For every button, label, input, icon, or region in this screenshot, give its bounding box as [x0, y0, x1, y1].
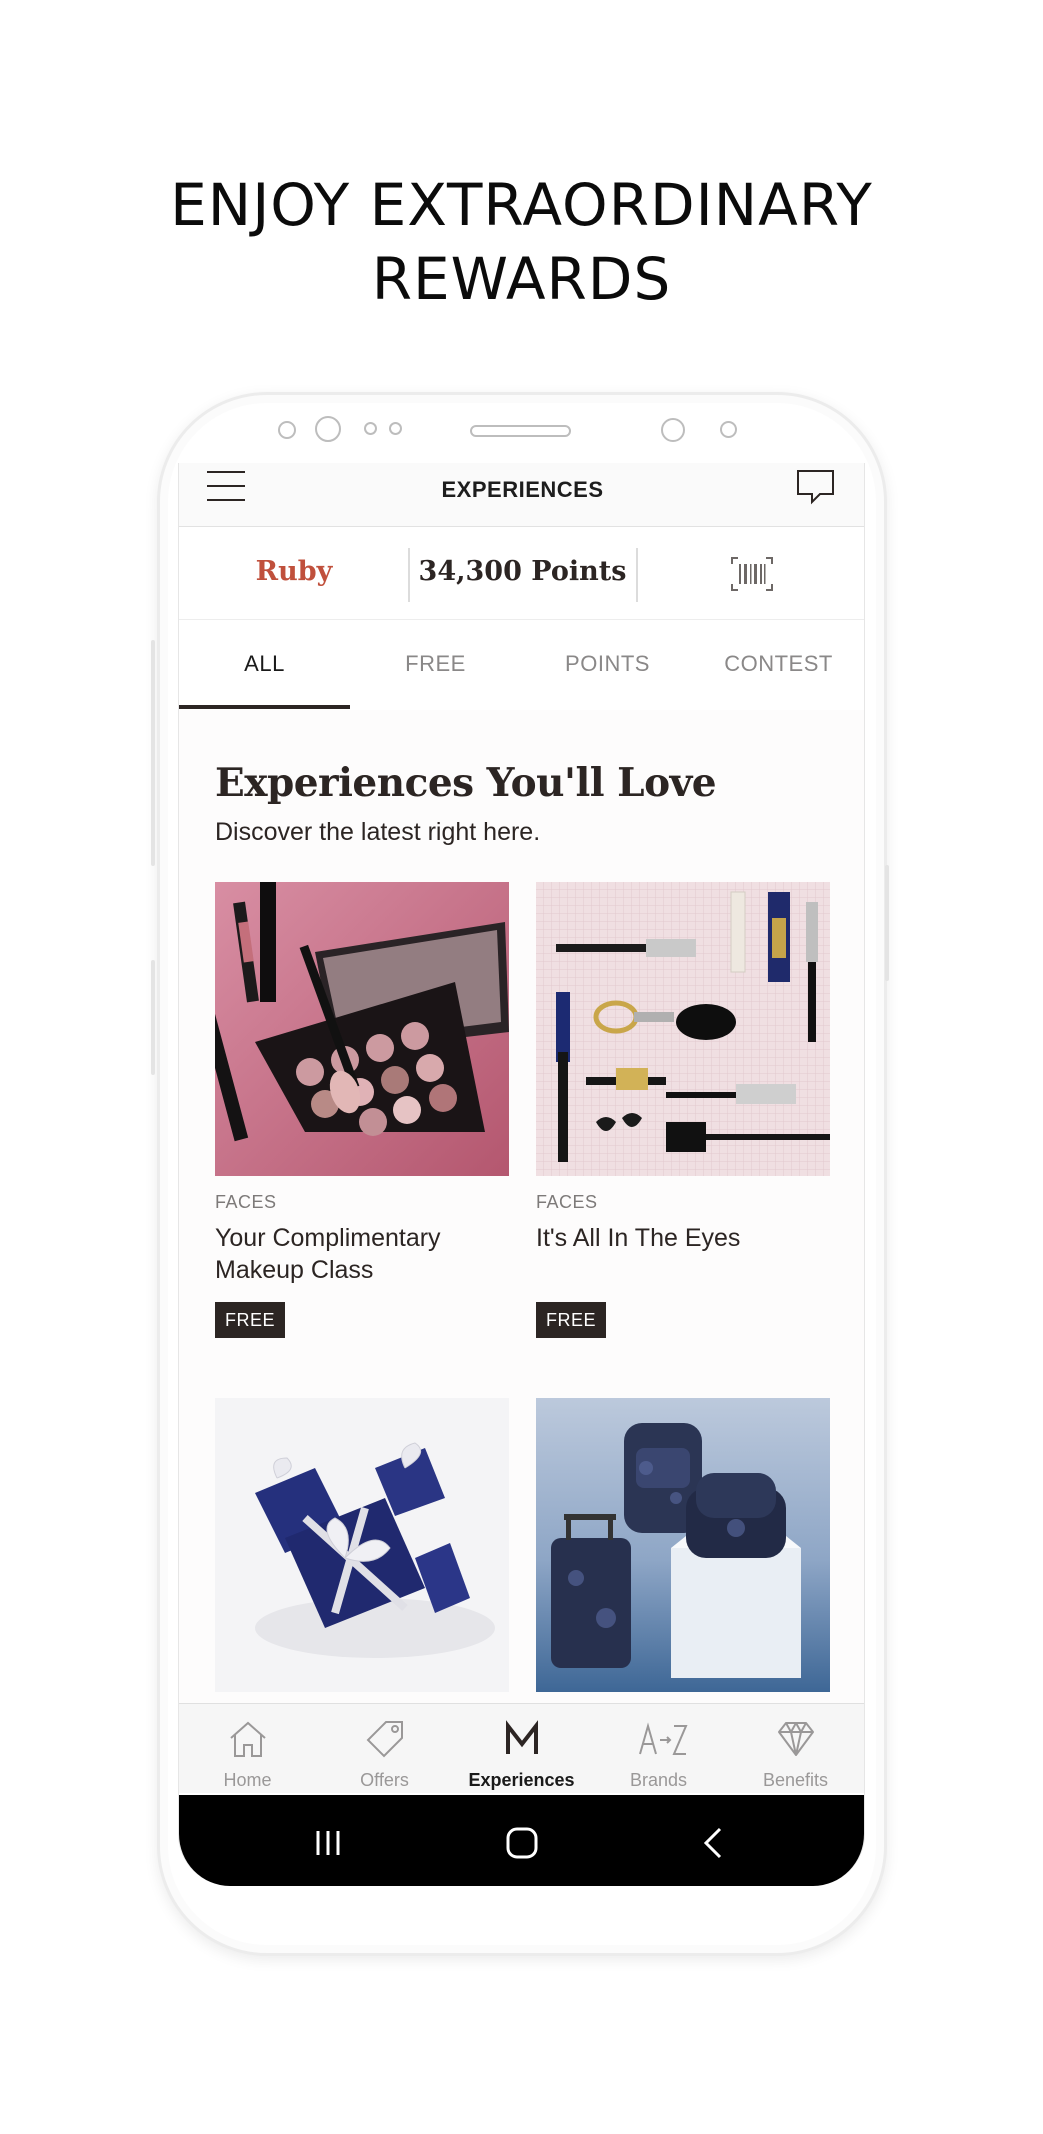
- points-balance[interactable]: 34,300 Points: [409, 556, 636, 587]
- nav-label: Home: [223, 1770, 272, 1790]
- free-badge: FREE: [215, 1302, 286, 1338]
- barcode-icon[interactable]: [730, 556, 774, 592]
- nav-experiences[interactable]: Experiences: [453, 1704, 590, 1794]
- membership-summary: Ruby 34,300 Points: [179, 528, 864, 620]
- system-navigation-bar: [179, 1795, 864, 1886]
- front-sensor: [720, 421, 737, 438]
- experience-card[interactable]: FACES Your Complimentary Makeup Class FR…: [215, 882, 509, 1352]
- nav-label: Offers: [360, 1770, 409, 1790]
- m-logo-icon: [506, 1720, 538, 1754]
- home-icon: [230, 1721, 266, 1757]
- chat-icon[interactable]: [796, 469, 836, 505]
- experience-card[interactable]: [536, 1398, 830, 1698]
- section-subtitle: Discover the latest right here.: [215, 818, 541, 846]
- phone-side-button: [151, 960, 155, 1075]
- front-sensor: [278, 421, 296, 439]
- active-tab-indicator: [179, 705, 350, 709]
- back-icon[interactable]: [694, 1823, 734, 1863]
- nav-label: Benefits: [762, 1770, 829, 1790]
- card-category: FACES: [536, 1192, 598, 1212]
- tier-label[interactable]: Ruby: [179, 556, 409, 587]
- section-title: Experiences You'll Love: [215, 760, 717, 806]
- recent-apps-icon[interactable]: [308, 1823, 348, 1863]
- experiences-list: Experiences You'll Love Discover the lat…: [179, 710, 864, 1710]
- phone-power-button: [885, 865, 889, 981]
- eyeshadow-palette-image: [215, 882, 509, 1176]
- card-title: It's All In The Eyes: [536, 1224, 741, 1252]
- gift-boxes-image: [215, 1398, 509, 1692]
- tag-icon: [366, 1721, 403, 1758]
- promo-headline: ENJOY EXTRAORDINARY REWARDS: [0, 168, 1043, 316]
- luggage-backpacks-image: [536, 1398, 830, 1692]
- mascara-lash-products-image: [536, 882, 830, 1176]
- headline-line-1: ENJOY EXTRAORDINARY: [170, 171, 873, 239]
- earpiece-speaker: [470, 425, 571, 437]
- nav-benefits[interactable]: Benefits: [727, 1704, 864, 1794]
- experience-card[interactable]: FACES It's All In The Eyes FREE: [536, 882, 830, 1352]
- card-category: FACES: [215, 1192, 277, 1212]
- filter-tabs: ALL FREE POINTS CONTEST: [179, 621, 864, 709]
- a-to-z-icon: [639, 1722, 688, 1755]
- front-camera: [315, 416, 341, 442]
- nav-offers[interactable]: Offers: [316, 1704, 453, 1794]
- nav-label: Experiences: [468, 1770, 575, 1790]
- nav-home[interactable]: Home: [179, 1704, 316, 1794]
- card-title: Your Complimentary Makeup Class: [215, 1224, 441, 1284]
- front-sensor: [364, 422, 377, 435]
- tab-points[interactable]: POINTS: [522, 621, 693, 709]
- page-title: EXPERIENCES: [441, 477, 604, 502]
- diamond-icon: [778, 1722, 814, 1756]
- front-camera: [661, 418, 685, 442]
- divider: [636, 548, 638, 602]
- tab-contest[interactable]: CONTEST: [693, 621, 864, 709]
- app-header: EXPERIENCES: [179, 463, 864, 527]
- bottom-navigation: Home Offers Experiences Brands Benefits: [179, 1703, 864, 1794]
- phone-side-button: [151, 640, 155, 866]
- phone-screen: EXPERIENCES Ruby 34,300 Points ALL FREE …: [178, 463, 865, 1886]
- nav-label: Brands: [629, 1770, 688, 1790]
- tab-all[interactable]: ALL: [179, 621, 350, 709]
- tab-free[interactable]: FREE: [350, 621, 521, 709]
- experience-card[interactable]: [215, 1398, 509, 1698]
- free-badge: FREE: [536, 1302, 607, 1338]
- headline-line-2: REWARDS: [371, 245, 672, 313]
- front-sensor: [389, 422, 402, 435]
- nav-brands[interactable]: Brands: [590, 1704, 727, 1794]
- home-button-icon[interactable]: [502, 1823, 542, 1863]
